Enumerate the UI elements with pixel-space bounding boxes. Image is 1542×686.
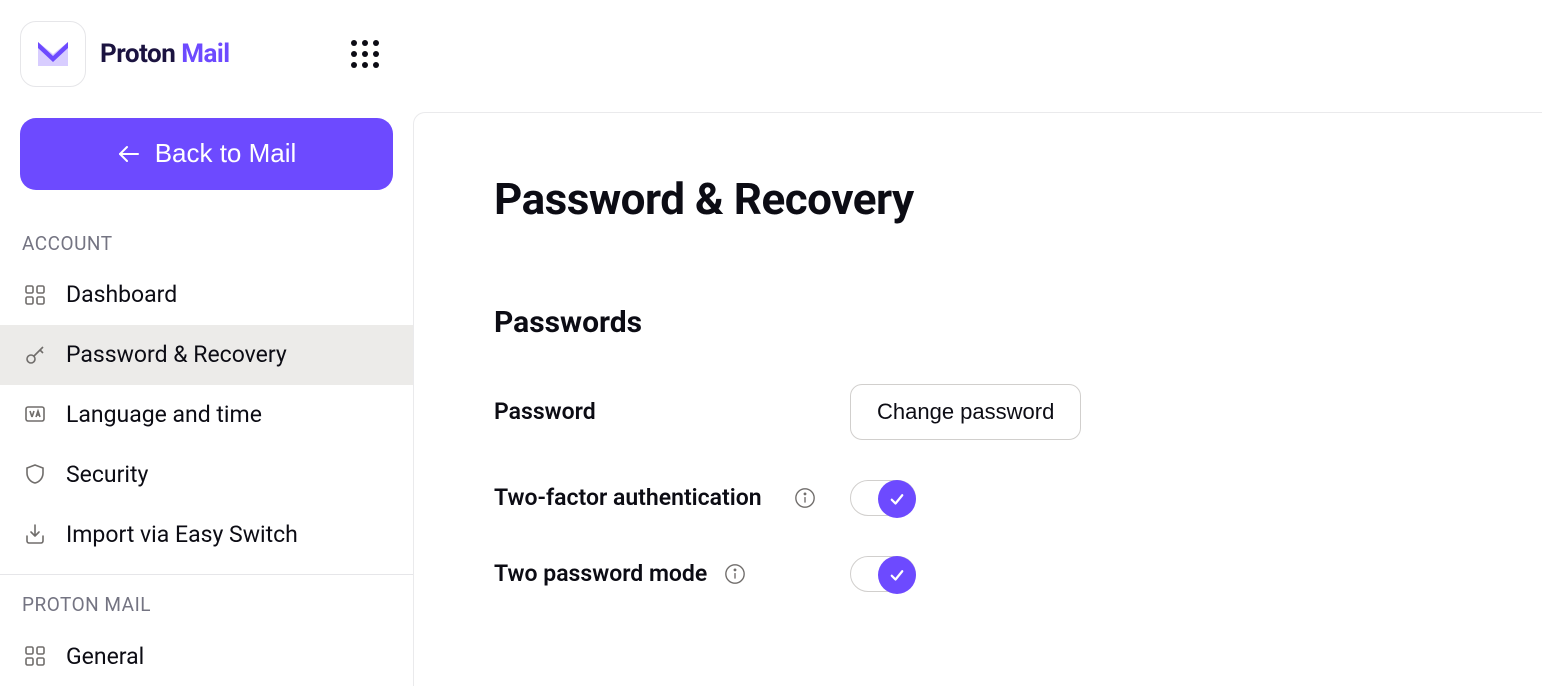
grid-icon bbox=[22, 643, 48, 669]
sidebar-item-dashboard[interactable]: Dashboard bbox=[0, 265, 413, 325]
back-button-label: Back to Mail bbox=[155, 138, 297, 169]
sidebar-item-label: General bbox=[66, 643, 144, 670]
app-header: Proton Mail bbox=[0, 0, 1542, 108]
setting-label-two-password-mode: Two password mode bbox=[494, 558, 724, 590]
setting-label-password: Password bbox=[494, 396, 794, 428]
sidebar: Back to Mail Account Dashboard Password … bbox=[0, 108, 413, 686]
setting-row-password: Password Change password bbox=[494, 384, 1462, 440]
apps-switcher-button[interactable] bbox=[350, 39, 380, 69]
app-logo-box[interactable] bbox=[20, 21, 86, 87]
setting-label-twofa: Two-factor authentication bbox=[494, 482, 794, 514]
import-icon bbox=[22, 521, 48, 547]
toggle-knob bbox=[878, 556, 916, 594]
key-icon bbox=[22, 342, 48, 368]
info-icon[interactable] bbox=[794, 487, 816, 509]
page-title: Password & Recovery bbox=[494, 173, 1462, 225]
brand-secondary: Mail bbox=[181, 39, 229, 69]
main-content: Password & Recovery Passwords Password C… bbox=[413, 112, 1542, 686]
info-icon[interactable] bbox=[724, 563, 746, 585]
sidebar-item-label: Dashboard bbox=[66, 281, 177, 308]
language-icon bbox=[22, 401, 48, 427]
sidebar-item-label: Language and time bbox=[66, 401, 262, 428]
body-row: Back to Mail Account Dashboard Password … bbox=[0, 108, 1542, 686]
sidebar-item-label: Import via Easy Switch bbox=[66, 521, 298, 548]
change-password-button[interactable]: Change password bbox=[850, 384, 1081, 440]
sidebar-item-label: Security bbox=[66, 461, 148, 488]
back-to-mail-button[interactable]: Back to Mail bbox=[20, 118, 393, 190]
arrow-left-icon bbox=[117, 142, 141, 166]
sidebar-item-language-time[interactable]: Language and time bbox=[0, 385, 413, 445]
dashboard-icon bbox=[22, 282, 48, 308]
sidebar-item-import-easy-switch[interactable]: Import via Easy Switch bbox=[0, 504, 413, 564]
check-icon bbox=[888, 490, 906, 508]
sidebar-item-label: Password & Recovery bbox=[66, 341, 287, 368]
toggle-knob bbox=[878, 480, 916, 518]
twofa-toggle[interactable] bbox=[850, 480, 916, 516]
apps-grid-icon bbox=[350, 39, 380, 69]
app-logo-text: Proton Mail bbox=[100, 39, 230, 69]
shield-icon bbox=[22, 461, 48, 487]
setting-row-two-password-mode: Two password mode bbox=[494, 556, 1462, 592]
sidebar-item-security[interactable]: Security bbox=[0, 444, 413, 504]
setting-row-twofa: Two-factor authentication bbox=[494, 480, 1462, 516]
sidebar-section-label-protonmail: Proton Mail bbox=[0, 575, 413, 626]
sidebar-item-password-recovery[interactable]: Password & Recovery bbox=[0, 325, 413, 385]
sidebar-section-label-account: Account bbox=[0, 214, 413, 265]
proton-mail-logo-icon bbox=[33, 34, 73, 74]
brand-primary: Proton bbox=[100, 39, 175, 69]
two-password-mode-toggle[interactable] bbox=[850, 556, 916, 592]
section-title-passwords: Passwords bbox=[494, 305, 1462, 340]
sidebar-item-general[interactable]: General bbox=[0, 626, 413, 686]
check-icon bbox=[888, 566, 906, 584]
